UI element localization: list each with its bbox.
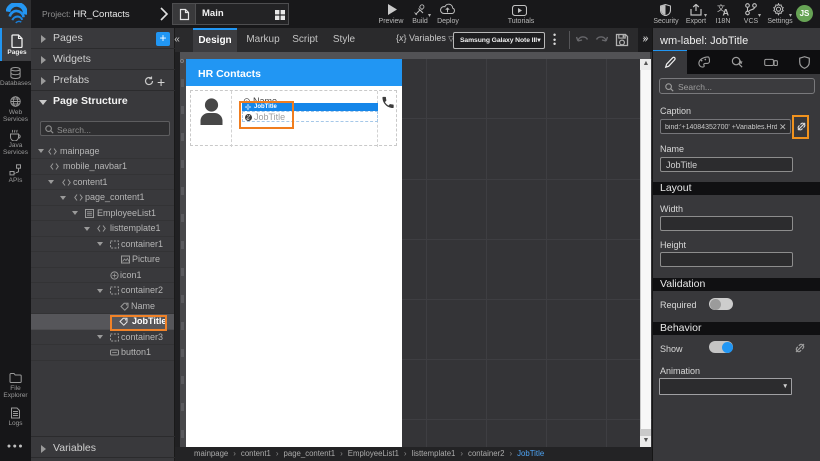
svg-text:A: A bbox=[723, 8, 730, 17]
